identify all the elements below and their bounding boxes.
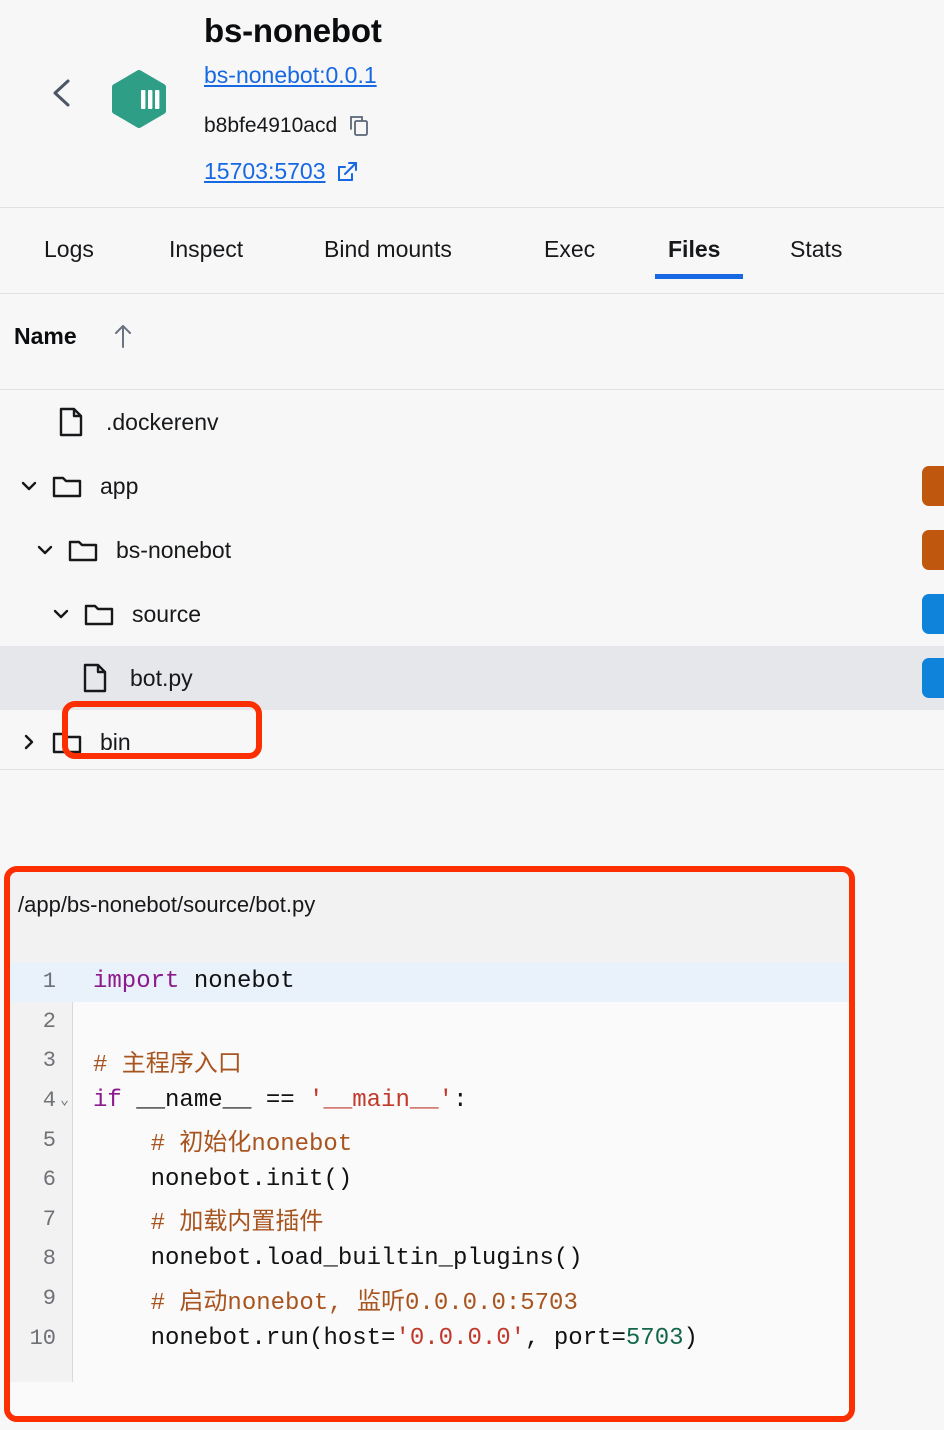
tab-logs[interactable]: Logs: [44, 236, 94, 263]
line-number: 10: [29, 1325, 56, 1351]
file-icon: [82, 663, 116, 693]
tree-row-label: .dockerenv: [106, 408, 219, 435]
tree-row-app[interactable]: app: [0, 454, 944, 518]
back-button[interactable]: [44, 73, 78, 113]
code-text: import nonebot: [93, 968, 295, 996]
line-number: 1: [42, 969, 56, 995]
code-line: 1 import nonebot: [10, 962, 849, 1002]
tab-stats[interactable]: Stats: [790, 236, 842, 263]
code-line: 3 # 主程序入口: [10, 1041, 849, 1081]
image-link[interactable]: bs-nonebot:0.0.1: [204, 62, 377, 89]
port-mapping-row: 15703:5703: [204, 158, 358, 185]
tab-exec[interactable]: Exec: [544, 236, 595, 263]
code-line: 5 # 初始化nonebot: [10, 1120, 849, 1160]
code-line: 10 nonebot.run(host='0.0.0.0', port=5703…: [10, 1318, 849, 1358]
tree-row-dockerenv[interactable]: .dockerenv: [0, 390, 944, 454]
folder-icon: [52, 727, 86, 757]
chevron-down-icon[interactable]: [34, 539, 56, 561]
file-table-header: Name: [0, 294, 944, 390]
code-line: 9 # 启动nonebot, 监听0.0.0.0:5703: [10, 1279, 849, 1319]
line-number: 3: [42, 1048, 56, 1074]
file-content-viewer: /app/bs-nonebot/source/bot.py 1 import no…: [4, 866, 855, 1422]
fold-chevron-icon[interactable]: ⌄: [56, 1093, 73, 1108]
file-icon: [58, 407, 92, 437]
code-text: nonebot.load_builtin_plugins(): [93, 1245, 583, 1273]
code-text: # 启动nonebot, 监听0.0.0.0:5703: [93, 1289, 578, 1317]
active-tab-indicator: [655, 274, 743, 279]
code-line: 4 ⌄ if __name__ == '__main__':: [10, 1081, 849, 1121]
tree-row-bs-nonebot[interactable]: bs-nonebot: [0, 518, 944, 582]
code-text: nonebot.run(host='0.0.0.0', port=5703): [93, 1324, 698, 1352]
tree-row-source[interactable]: source: [0, 582, 944, 646]
row-status-badge[interactable]: [922, 466, 944, 506]
chevron-down-icon[interactable]: [18, 475, 40, 497]
column-header-name[interactable]: Name: [14, 323, 77, 350]
tree-row-bot-py[interactable]: bot.py: [0, 646, 944, 710]
line-number: 9: [42, 1286, 56, 1312]
file-path-label: /app/bs-nonebot/source/bot.py: [18, 892, 316, 917]
tree-row-label: bot.py: [130, 664, 193, 691]
container-id: b8bfe4910acd: [204, 114, 338, 137]
container-id-row: b8bfe4910acd: [204, 114, 369, 138]
tree-row-bin[interactable]: bin: [0, 710, 944, 774]
line-number: 2: [42, 1008, 56, 1034]
code-line: 8 nonebot.load_builtin_plugins(): [10, 1239, 849, 1279]
code-text: # 主程序入口: [93, 1051, 242, 1079]
tab-files[interactable]: Files: [668, 236, 720, 263]
folder-icon: [84, 599, 118, 629]
code-line: 6 nonebot.init(): [10, 1160, 849, 1200]
tree-row-label: bin: [100, 728, 131, 755]
row-status-badge[interactable]: [922, 594, 944, 634]
tree-row-label: source: [132, 600, 202, 627]
docker-container-icon: [110, 70, 168, 128]
page-title: bs-nonebot: [204, 12, 382, 49]
code-text: # 初始化nonebot: [93, 1131, 353, 1159]
line-number: 5: [42, 1127, 56, 1153]
row-status-badge[interactable]: [922, 658, 944, 698]
code-lines: 1 import nonebot 2 3 # 主程序入口 4 ⌄ if __name__ ==…: [10, 962, 849, 1358]
chevron-down-icon[interactable]: [50, 603, 72, 625]
code-text: nonebot.init(): [93, 1166, 353, 1194]
tree-row-label: bs-nonebot: [116, 536, 232, 563]
port-link[interactable]: 15703:5703: [204, 158, 326, 185]
file-tree: .dockerenv app bs-nonebot source bot.py …: [0, 390, 944, 770]
tab-bar: Logs Inspect Bind mounts Exec Files Stat…: [0, 208, 944, 294]
line-number: 4: [42, 1088, 56, 1114]
code-line: 2: [10, 1002, 849, 1042]
tree-row-label: app: [100, 472, 139, 499]
tab-inspect[interactable]: Inspect: [169, 236, 243, 263]
external-link-icon[interactable]: [337, 161, 358, 182]
copy-icon[interactable]: [349, 115, 369, 137]
arrow-up-icon[interactable]: [112, 323, 134, 349]
code-text: if __name__ == '__main__':: [93, 1087, 468, 1115]
tab-bind-mounts[interactable]: Bind mounts: [324, 236, 452, 263]
line-number: 6: [42, 1167, 56, 1193]
row-status-badge[interactable]: [922, 530, 944, 570]
line-number: 8: [42, 1246, 56, 1272]
folder-icon: [52, 471, 86, 501]
container-header: bs-nonebot bs-nonebot:0.0.1 b8bfe4910acd…: [0, 0, 944, 208]
chevron-right-icon[interactable]: [18, 731, 40, 753]
code-editor[interactable]: 1 import nonebot 2 3 # 主程序入口 4 ⌄ if __name__ ==…: [10, 962, 849, 1416]
code-text: # 加载内置插件: [93, 1210, 324, 1238]
line-number: 7: [42, 1206, 56, 1232]
code-line: 7 # 加载内置插件: [10, 1200, 849, 1240]
container-files-view: bs-nonebot bs-nonebot:0.0.1 b8bfe4910acd…: [0, 0, 944, 1430]
folder-icon: [68, 535, 102, 565]
